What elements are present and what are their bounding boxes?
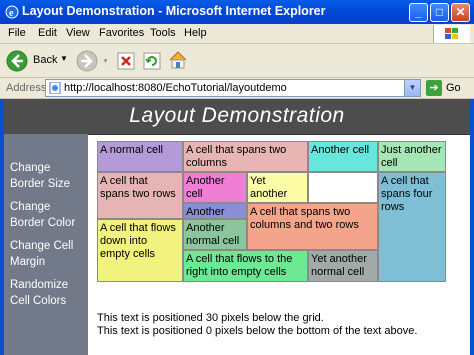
grid-cell: A cell that spans two columns and two ro… (247, 203, 378, 250)
refresh-icon[interactable] (143, 52, 161, 70)
back-label: Back (33, 54, 58, 66)
minimize-icon: _ (415, 5, 422, 19)
grid-cell: Another cell (308, 141, 378, 172)
stop-icon[interactable] (117, 52, 135, 70)
layout-grid: A normal cell A cell that spans two colu… (97, 141, 446, 282)
grid-cell: Another cell (183, 172, 247, 203)
address-bar: Address http://localhost:8080/EchoTutori… (0, 78, 474, 99)
menu-edit[interactable]: Edit (38, 27, 57, 39)
back-button[interactable]: Back ▼ (6, 49, 72, 73)
close-icon: ✕ (455, 5, 466, 19)
grid-cell: Yet another cell (247, 172, 308, 203)
svg-text:e: e (9, 8, 14, 19)
grid-cell: A cell that flows to the right into empt… (183, 250, 308, 282)
window-title-bar[interactable]: e Layout Demonstration - Microsoft Inter… (0, 0, 474, 24)
address-label: Address (6, 82, 47, 94)
ie-icon: e (5, 5, 19, 19)
page-header: Layout Demonstration (4, 99, 470, 135)
address-url: http://localhost:8080/EchoTutorial/layou… (64, 82, 287, 94)
home-icon[interactable] (168, 50, 188, 70)
page-content: Layout Demonstration Change Border Size … (4, 99, 470, 355)
note-text: This text is positioned 0 pixels below t… (97, 325, 418, 337)
back-arrow-icon (6, 50, 28, 72)
change-border-color-link[interactable]: Change Border Color (10, 199, 86, 231)
forward-dropdown-icon[interactable]: ▼ (102, 58, 109, 65)
sidebar: Change Border Size Change Border Color C… (4, 134, 88, 355)
window-title: Layout Demonstration - Microsoft Interne… (22, 4, 326, 18)
go-arrow-icon: ➔ (426, 80, 442, 96)
menu-bar: File Edit View Favorites Tools Help (0, 24, 474, 44)
grid-cell: A cell that flows down into empty cells (97, 219, 183, 282)
grid-cell: A cell that spans four rows (378, 172, 446, 282)
maximize-button[interactable]: □ (430, 3, 449, 22)
windows-flag-icon (445, 28, 458, 39)
go-label: Go (446, 82, 461, 94)
address-input[interactable]: http://localhost:8080/EchoTutorial/layou… (45, 79, 421, 97)
menu-favorites[interactable]: Favorites (99, 27, 144, 39)
page-icon (49, 82, 61, 94)
grid-cell: A normal cell (97, 141, 183, 172)
address-dropdown-icon[interactable]: ▼ (404, 80, 420, 96)
close-button[interactable]: ✕ (451, 3, 470, 22)
maximize-icon: □ (435, 5, 444, 19)
grid-cell: Another normal cell (183, 219, 247, 250)
go-button[interactable]: ➔ Go (424, 80, 472, 96)
grid-cell: Just another cell (378, 141, 446, 172)
randomize-cell-colors-link[interactable]: Randomize Cell Colors (10, 277, 86, 309)
page-title: Layout Demonstration (129, 104, 345, 127)
dropdown-arrow-icon[interactable]: ▼ (60, 54, 68, 63)
grid-cell: Another cell (183, 203, 247, 219)
menu-file[interactable]: File (8, 27, 26, 39)
grid-cell: A cell that spans two rows (97, 172, 183, 219)
forward-arrow-icon[interactable] (76, 50, 98, 72)
toolbar: Back ▼ ▼ (0, 44, 474, 78)
minimize-button[interactable]: _ (409, 3, 428, 22)
change-cell-margin-link[interactable]: Change Cell Margin (10, 238, 86, 270)
change-border-size-link[interactable]: Change Border Size (10, 160, 86, 192)
menu-view[interactable]: View (66, 27, 90, 39)
note-text: This text is positioned 30 pixels below … (97, 312, 324, 324)
grid-cell: A cell that spans two columns (183, 141, 308, 172)
grid-cell-empty (308, 172, 378, 203)
window-border-right (470, 99, 474, 355)
menu-tools[interactable]: Tools (150, 27, 176, 39)
menu-help[interactable]: Help (184, 27, 207, 39)
windows-logo (433, 25, 470, 43)
grid-cell: Yet another normal cell (308, 250, 378, 282)
